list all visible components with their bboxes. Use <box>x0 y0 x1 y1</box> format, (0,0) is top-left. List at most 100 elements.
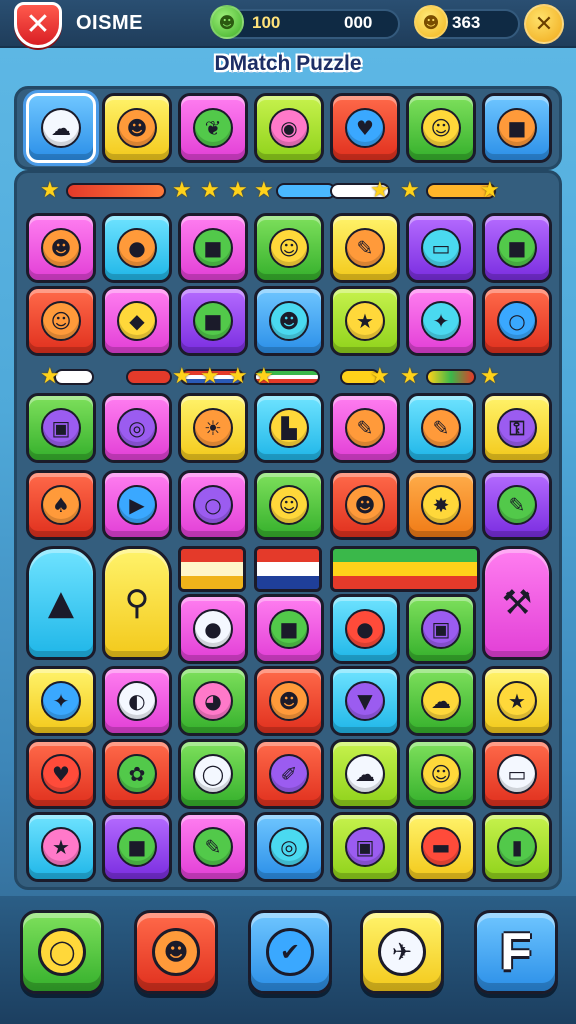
star-icon: ★ <box>370 364 390 389</box>
power-up-button[interactable]: ☻ <box>134 910 218 994</box>
tile[interactable]: ✦ <box>26 666 96 736</box>
cube-icon: ■ <box>117 827 157 867</box>
tile[interactable]: ✎ <box>330 213 400 283</box>
tile[interactable]: ☺ <box>254 470 324 540</box>
bear-face-icon: ☺ <box>269 228 309 268</box>
tile[interactable]: ✦ <box>406 286 476 356</box>
tile[interactable]: ■ <box>102 812 172 882</box>
chat-bubble-icon: ☁ <box>421 681 461 721</box>
tile[interactable]: ❦ <box>178 93 248 163</box>
tile[interactable]: ☻ <box>330 470 400 540</box>
tile[interactable]: ☁ <box>330 739 400 809</box>
pencil-icon: ✎ <box>345 408 385 448</box>
tile[interactable]: ⚿ <box>482 393 552 463</box>
tile[interactable]: ○ <box>482 286 552 356</box>
tile[interactable]: ▣ <box>406 594 476 664</box>
tile[interactable]: ▣ <box>330 812 400 882</box>
tile[interactable]: ♥ <box>330 93 400 163</box>
tile[interactable]: ☀ <box>178 393 248 463</box>
tile[interactable]: ◆ <box>102 286 172 356</box>
game-name: OISME <box>76 12 143 34</box>
beach-ball-icon: ◐ <box>117 681 157 721</box>
settings-button[interactable]: ✕ <box>524 4 564 44</box>
tile[interactable]: ★ <box>330 286 400 356</box>
tile[interactable]: ✎ <box>482 470 552 540</box>
ring-icon: ◎ <box>117 408 157 448</box>
tile[interactable]: ✎ <box>178 812 248 882</box>
power-up-button[interactable]: ✔ <box>248 910 332 994</box>
tile[interactable]: ▭ <box>482 739 552 809</box>
star-icon: ★ <box>254 364 274 389</box>
battery-icon: ▮ <box>497 827 537 867</box>
tile[interactable]: ● <box>102 213 172 283</box>
cube-icon: ■ <box>193 301 233 341</box>
special-tile[interactable]: ⚒ <box>482 546 552 660</box>
tile[interactable]: ☻ <box>102 93 172 163</box>
tile[interactable]: ● <box>178 594 248 664</box>
football-icon: ● <box>117 228 157 268</box>
tile[interactable]: ◐ <box>102 666 172 736</box>
tile[interactable]: ■ <box>482 93 552 163</box>
tile[interactable]: ☺ <box>406 739 476 809</box>
chat-bubble-icon: ✦ <box>421 301 461 341</box>
tile[interactable]: ☺ <box>254 213 324 283</box>
tile[interactable]: ▼ <box>330 666 400 736</box>
star-icon: ★ <box>400 178 420 203</box>
tile[interactable]: ▣ <box>26 393 96 463</box>
tile[interactable]: ▭ <box>406 213 476 283</box>
star-icon: ★ <box>497 681 537 721</box>
tile[interactable]: ● <box>330 594 400 664</box>
robot-icon: ▣ <box>345 827 385 867</box>
pencil-icon: ✎ <box>497 485 537 525</box>
tile[interactable]: ✐ <box>254 739 324 809</box>
heart-bubble-icon: ♥ <box>345 108 385 148</box>
tile[interactable]: ★ <box>482 666 552 736</box>
tile[interactable]: ▬ <box>406 812 476 882</box>
cloud-icon: ☁ <box>41 108 81 148</box>
tile[interactable]: ✸ <box>406 470 476 540</box>
tile[interactable]: ◕ <box>178 666 248 736</box>
tile[interactable]: ☁ <box>26 93 96 163</box>
power-up-button[interactable]: ✈ <box>360 910 444 994</box>
heart-icon: ♥ <box>41 754 81 794</box>
paper-plane-icon: ✈ <box>378 928 426 976</box>
tile[interactable]: ○ <box>178 470 248 540</box>
gold-coin-icon: ☻ <box>414 5 448 39</box>
tile[interactable]: ◎ <box>254 812 324 882</box>
tile[interactable]: ◉ <box>254 93 324 163</box>
paintbrush-icon: ✐ <box>269 754 309 794</box>
tile[interactable]: ✿ <box>102 739 172 809</box>
tile[interactable]: ■ <box>482 213 552 283</box>
tile[interactable]: ◯ <box>178 739 248 809</box>
tile[interactable]: ♥ <box>26 739 96 809</box>
tile[interactable]: ☻ <box>254 286 324 356</box>
pencil-icon: ✎ <box>421 408 461 448</box>
star-icon: ★ <box>480 178 500 203</box>
star-icon: ★ <box>172 178 192 203</box>
power-up-button[interactable]: ◯ <box>20 910 104 994</box>
tile[interactable]: ◎ <box>102 393 172 463</box>
smiley-icon: ☺ <box>421 754 461 794</box>
close-button[interactable]: ✕ <box>14 2 62 48</box>
tile[interactable]: ☁ <box>406 666 476 736</box>
tile[interactable]: ▮ <box>482 812 552 882</box>
tile[interactable]: ★ <box>26 812 96 882</box>
magnifier-icon: ○ <box>193 485 233 525</box>
special-tile[interactable]: ⚲ <box>102 546 172 660</box>
tile[interactable]: ✎ <box>330 393 400 463</box>
tile[interactable]: ■ <box>178 213 248 283</box>
tile[interactable]: ▶ <box>102 470 172 540</box>
tile[interactable]: ♠ <box>26 470 96 540</box>
sun-face-icon: ☀ <box>193 408 233 448</box>
tile[interactable]: ☺ <box>26 286 96 356</box>
diamond-icon: ◆ <box>117 301 157 341</box>
power-up-button[interactable]: F <box>474 910 558 994</box>
tile[interactable]: ■ <box>178 286 248 356</box>
special-tile[interactable]: ▲ <box>26 546 96 660</box>
tile[interactable]: ☺ <box>406 93 476 163</box>
tile[interactable]: ✎ <box>406 393 476 463</box>
tile[interactable]: ■ <box>254 594 324 664</box>
tile[interactable]: ☻ <box>254 666 324 736</box>
tile[interactable]: ▙ <box>254 393 324 463</box>
tile[interactable]: ☻ <box>26 213 96 283</box>
